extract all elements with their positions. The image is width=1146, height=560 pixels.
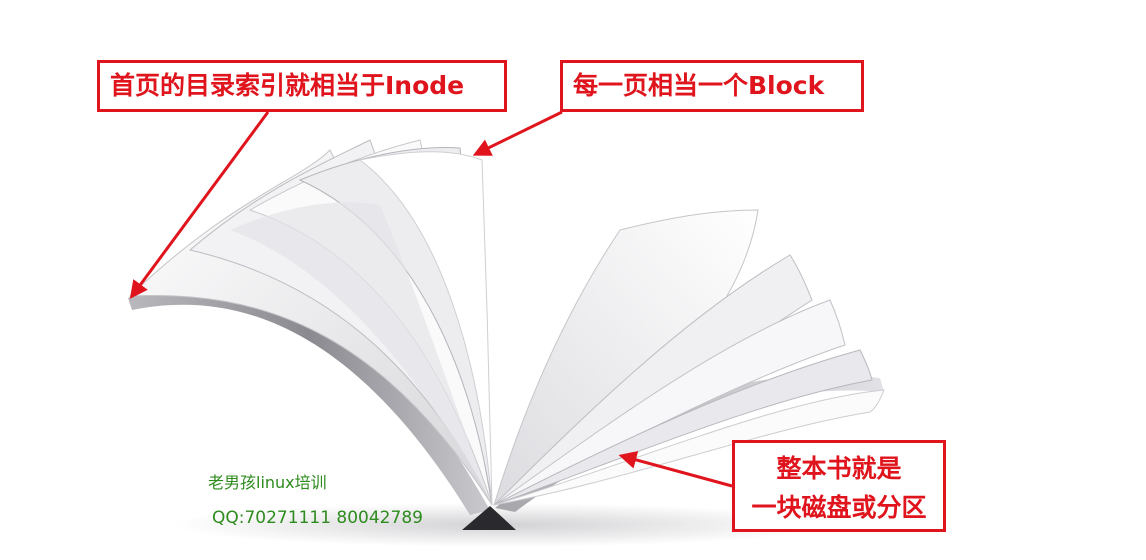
arrow-to-page <box>472 110 563 156</box>
disk-label: 整本书就是 一块磁盘或分区 <box>732 440 946 532</box>
block-label: 每一页相当一个Block <box>560 60 864 112</box>
diagram-canvas: 首页的目录索引就相当于Inode 每一页相当一个Block 整本书就是 一块磁盘… <box>0 0 1146 560</box>
watermark-school: 老男孩linux培训 <box>208 473 327 492</box>
watermark-qq: QQ:70271111 80042789 <box>212 508 423 528</box>
inode-label: 首页的目录索引就相当于Inode <box>97 60 507 112</box>
disk-label-line-1: 整本书就是 <box>776 454 902 483</box>
disk-label-line-2: 一块磁盘或分区 <box>751 493 927 522</box>
